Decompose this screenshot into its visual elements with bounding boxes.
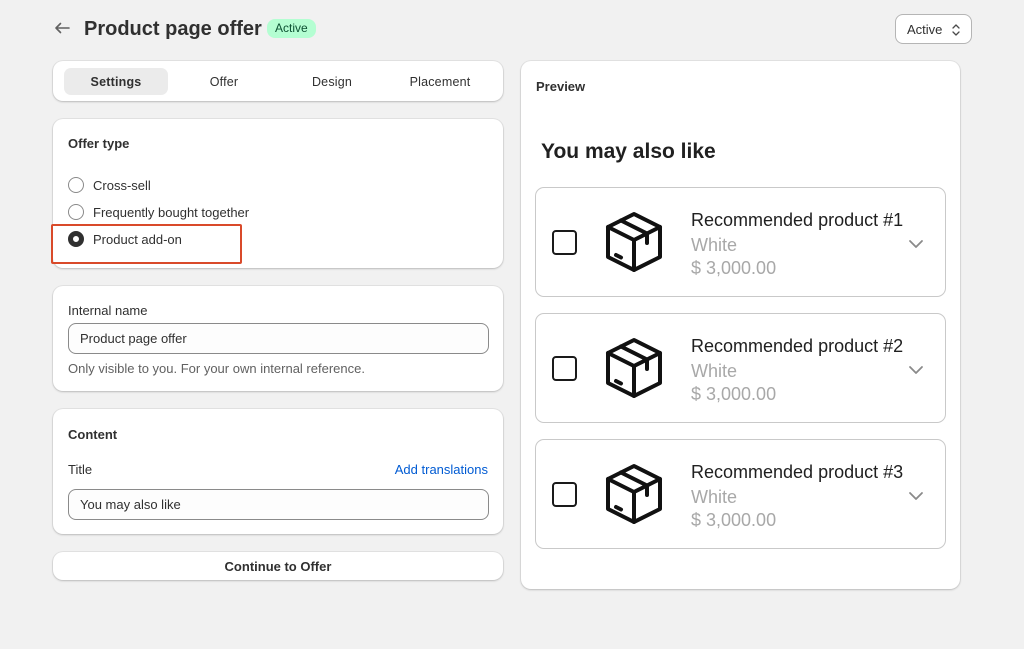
product-variant: White: [691, 235, 738, 255]
preview-heading: You may also like: [541, 140, 716, 163]
tab-design[interactable]: Design: [280, 68, 384, 95]
product-name: Recommended product #2: [691, 336, 904, 356]
status-badge: Active: [267, 19, 316, 38]
tabs-bar: Settings Offer Design Placement: [53, 61, 503, 101]
select-chevron-icon: [952, 24, 960, 36]
product-variant: White: [691, 361, 738, 381]
title-input[interactable]: You may also like: [68, 489, 489, 520]
preview-card: Preview You may also like Recommended pr…: [521, 61, 960, 589]
product-price: $ 3,000.00: [691, 258, 777, 278]
product-variant: White: [691, 487, 738, 507]
package-icon: [606, 338, 662, 398]
radio-label: Cross-sell: [93, 177, 151, 193]
chevron-down-icon[interactable]: [908, 490, 924, 502]
tab-offer[interactable]: Offer: [172, 68, 276, 95]
radio-frequently-bought-together[interactable]: Frequently bought together: [68, 204, 249, 220]
status-select[interactable]: Active: [895, 14, 972, 44]
internal-name-label: Internal name: [68, 303, 148, 318]
add-translations-link[interactable]: Add translations: [395, 462, 488, 477]
package-icon: [606, 212, 662, 272]
product-item: Recommended product #3 White $ 3,000.00: [535, 439, 946, 549]
internal-name-input[interactable]: Product page offer: [68, 323, 489, 354]
highlight-annotation: [51, 224, 242, 264]
content-title: Content: [68, 427, 118, 442]
radio-circle[interactable]: [68, 204, 84, 220]
preview-label: Preview: [536, 79, 586, 94]
product-price: $ 3,000.00: [691, 510, 777, 530]
status-select-value: Active: [907, 21, 943, 37]
chevron-down-icon[interactable]: [908, 238, 924, 250]
tab-settings[interactable]: Settings: [64, 68, 168, 95]
product-name: Recommended product #3: [691, 462, 904, 482]
product-name: Recommended product #1: [691, 210, 904, 230]
internal-name-card: Internal name Product page offer Only vi…: [53, 286, 503, 391]
offer-type-title: Offer type: [68, 136, 130, 151]
chevron-down-icon[interactable]: [908, 364, 924, 376]
internal-name-help: Only visible to you. For your own intern…: [68, 361, 365, 376]
page-title: Product page offer: [84, 18, 262, 40]
radio-cross-sell[interactable]: Cross-sell: [68, 177, 151, 193]
product-item: Recommended product #1 White $ 3,000.00: [535, 187, 946, 297]
product-item: Recommended product #2 White $ 3,000.00: [535, 313, 946, 423]
arrow-left-icon: [55, 22, 70, 34]
tab-placement[interactable]: Placement: [388, 68, 492, 95]
product-checkbox[interactable]: [552, 356, 577, 381]
continue-button[interactable]: Continue to Offer: [53, 552, 503, 580]
product-checkbox[interactable]: [552, 230, 577, 255]
product-checkbox[interactable]: [552, 482, 577, 507]
title-field-label: Title: [68, 462, 93, 477]
radio-circle[interactable]: [68, 177, 84, 193]
content-card: Content Title Add translations You may a…: [53, 409, 503, 534]
back-button[interactable]: [52, 18, 72, 38]
radio-label: Frequently bought together: [93, 204, 250, 220]
product-price: $ 3,000.00: [691, 384, 777, 404]
package-icon: [606, 464, 662, 524]
